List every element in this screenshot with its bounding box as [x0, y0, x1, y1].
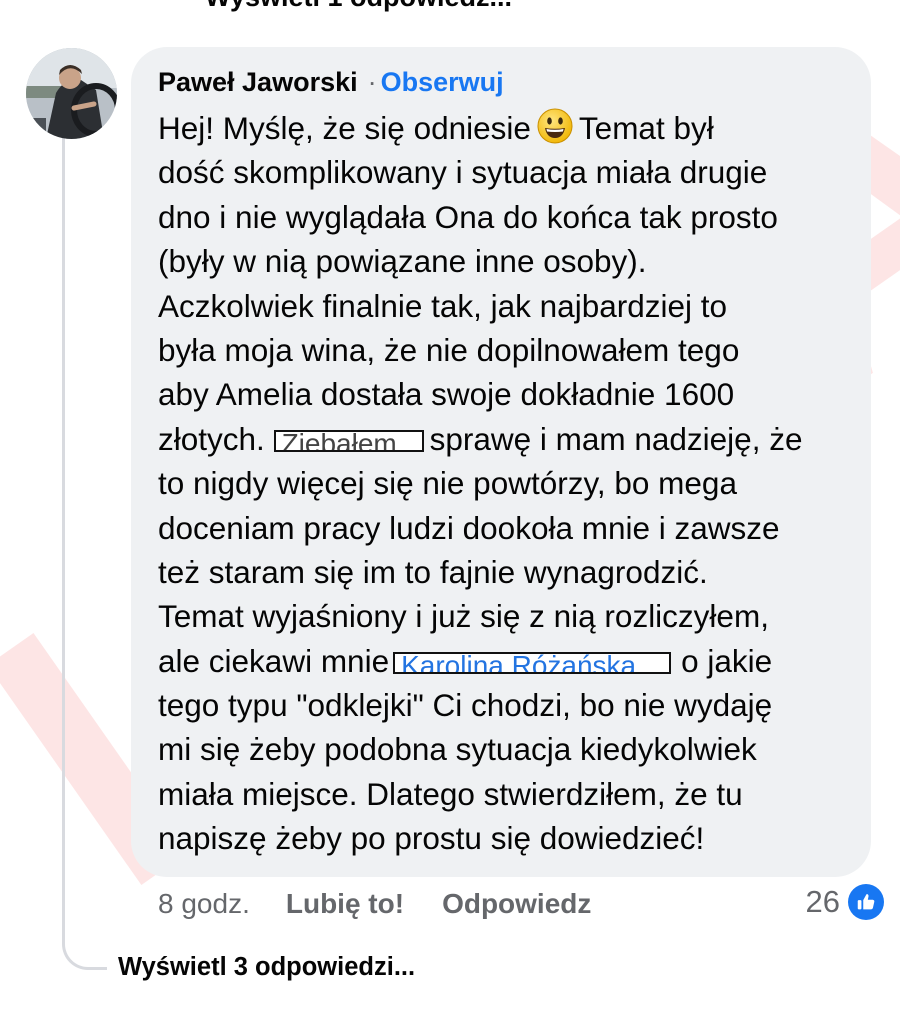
smiley-emoji-icon: [537, 108, 573, 144]
thread-line: [62, 133, 65, 933]
comment-line: to nigdy więcej się nie powtórzy, bo meg…: [158, 465, 737, 502]
thumbs-up-icon: [848, 884, 884, 920]
reaction-count: 26: [805, 884, 840, 919]
redacted-mention: Karolina Różańska: [393, 651, 672, 674]
comment-line: doceniam pracy ludzi dookoła mnie i zaws…: [158, 509, 780, 546]
author-name[interactable]: Paweł Jaworski: [158, 67, 358, 97]
comment-actions: 8 godz. Lubię to! Odpowiedz: [158, 888, 629, 920]
comment-line: też staram się im to fajnie wynagrodzić.: [158, 553, 708, 590]
avatar-photo-icon: [26, 48, 117, 139]
comment-line: Temat wyjaśniony i już się z nią rozlicz…: [158, 598, 769, 635]
comment-line: złotych. Zjebałem sprawę i mam nadzieję, …: [158, 420, 803, 457]
comment-line: Aczkolwiek finalnie tak, jak najbardziej…: [158, 287, 728, 324]
comment-line: dość skomplikowany i sytuacja miała drug…: [158, 154, 768, 191]
thread-connector: [62, 905, 107, 970]
previous-view-replies-link[interactable]: Wyświetl 1 odpowiedź...: [205, 0, 512, 13]
like-button[interactable]: Lubię to!: [286, 888, 404, 919]
comment-line: miała miejsce. Dlatego stwierdziłem, że …: [158, 775, 743, 812]
redacted-word: Zjebałem: [273, 429, 424, 452]
comment-text: Hej! Myślę, że się odniesie Temat był doś…: [158, 106, 858, 861]
view-replies-link[interactable]: Wyświetl 3 odpowiedzi...: [118, 953, 415, 982]
comment-line: tego typu "odklejki" Ci chodzi, bo nie w…: [158, 687, 773, 724]
follow-button[interactable]: Obserwuj: [381, 67, 504, 97]
reply-button[interactable]: Odpowiedz: [442, 888, 591, 919]
comment-header: Paweł Jaworski · Obserwuj: [158, 67, 504, 98]
comment-line: napiszę żeby po prostu się dowiedzieć!: [158, 820, 705, 857]
comment-line: ale ciekawi mnie Karolina Różańska o jakie: [158, 642, 773, 679]
comment-line: aby Amelia dostała swoje dokładnie 1600: [158, 376, 735, 413]
reaction-summary[interactable]: 26: [806, 884, 884, 920]
comment-timestamp[interactable]: 8 godz.: [158, 888, 250, 919]
comment-line: mi się żeby podobna sytuacja kiedykolwie…: [158, 731, 757, 768]
comment-line: Hej! Myślę, że się odniesie Temat był: [158, 108, 714, 146]
avatar[interactable]: [26, 48, 117, 139]
comment-line: (były w nią powiązane inne osoby).: [158, 243, 647, 280]
separator-dot: ·: [367, 67, 377, 97]
comment-line: dno i nie wyglądała Ona do końca tak pro…: [158, 198, 778, 235]
comment-line: była moja wina, że nie dopilnowałem tego: [158, 331, 740, 368]
